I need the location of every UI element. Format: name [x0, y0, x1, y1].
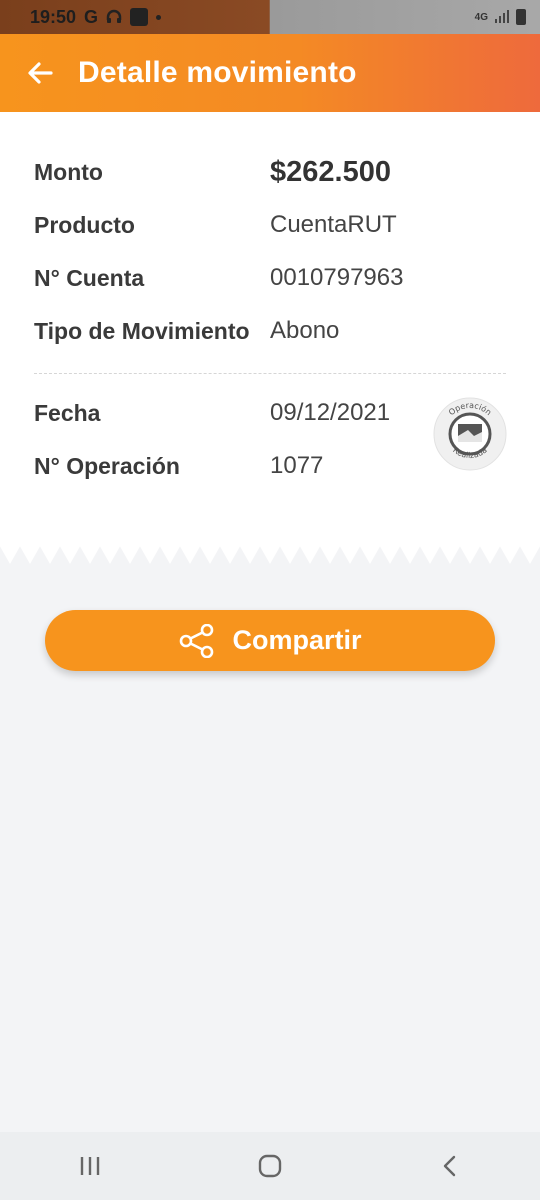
receipt-zigzag-edge — [0, 542, 540, 564]
share-button-label: Compartir — [232, 625, 362, 655]
detail-value-amount: $262.500 — [270, 155, 391, 188]
status-time: 19:50 — [30, 6, 77, 27]
back-button[interactable] — [24, 57, 56, 89]
detail-label: N° Cuenta — [34, 264, 145, 291]
receipt-card: Monto $262.500 Producto CuentaRUT N° Cue… — [0, 112, 540, 544]
share-icon — [180, 623, 214, 658]
detail-value: 09/12/2021 — [270, 399, 391, 426]
detail-row-operacion: N° Operación 1077 — [34, 450, 323, 482]
detail-row-cuenta: N° Cuenta 0010797963 — [34, 262, 403, 294]
detail-value: CuentaRUT — [270, 211, 397, 238]
detail-row-tipo: Tipo de Movimiento Abono — [34, 315, 339, 347]
back-icon — [443, 1155, 456, 1177]
detail-label: Producto — [34, 211, 135, 238]
share-button[interactable]: Compartir — [45, 610, 495, 671]
home-icon — [258, 1154, 282, 1178]
page-title: Detalle movimiento — [78, 56, 357, 89]
detail-label: Monto — [34, 158, 103, 185]
arrow-left-icon — [28, 62, 53, 84]
nav-back-button[interactable] — [420, 1141, 480, 1191]
app-bar: Detalle movimiento — [0, 34, 540, 112]
headphones-icon — [106, 9, 122, 25]
operation-stamp: Operación Realizada — [432, 396, 508, 472]
detail-row-fecha: Fecha 09/12/2021 — [34, 397, 390, 429]
home-button[interactable] — [240, 1141, 300, 1191]
signal-icon — [494, 10, 510, 24]
detail-value: 0010797963 — [270, 264, 404, 291]
battery-icon — [516, 9, 526, 25]
network-type: 4G — [474, 11, 488, 23]
detail-row-monto: Monto $262.500 — [34, 156, 391, 188]
status-left: 19:50 G — [30, 6, 162, 28]
detail-value: Abono — [270, 317, 340, 344]
dot-icon — [156, 14, 162, 20]
dashed-divider — [34, 373, 506, 374]
app-notification-icon — [130, 8, 149, 26]
recent-apps-button[interactable] — [60, 1141, 120, 1191]
detail-value: 1077 — [270, 452, 324, 479]
system-nav-bar — [0, 1132, 540, 1200]
detail-label: Tipo de Movimiento — [34, 317, 250, 344]
recent-apps-icon — [80, 1157, 100, 1175]
detail-label: N° Operación — [34, 452, 180, 479]
google-icon: G — [84, 6, 99, 27]
detail-row-producto: Producto CuentaRUT — [34, 209, 397, 241]
status-right: 4G — [475, 9, 526, 25]
status-bar: 19:50 G 4G — [0, 0, 540, 34]
detail-label: Fecha — [34, 399, 101, 426]
